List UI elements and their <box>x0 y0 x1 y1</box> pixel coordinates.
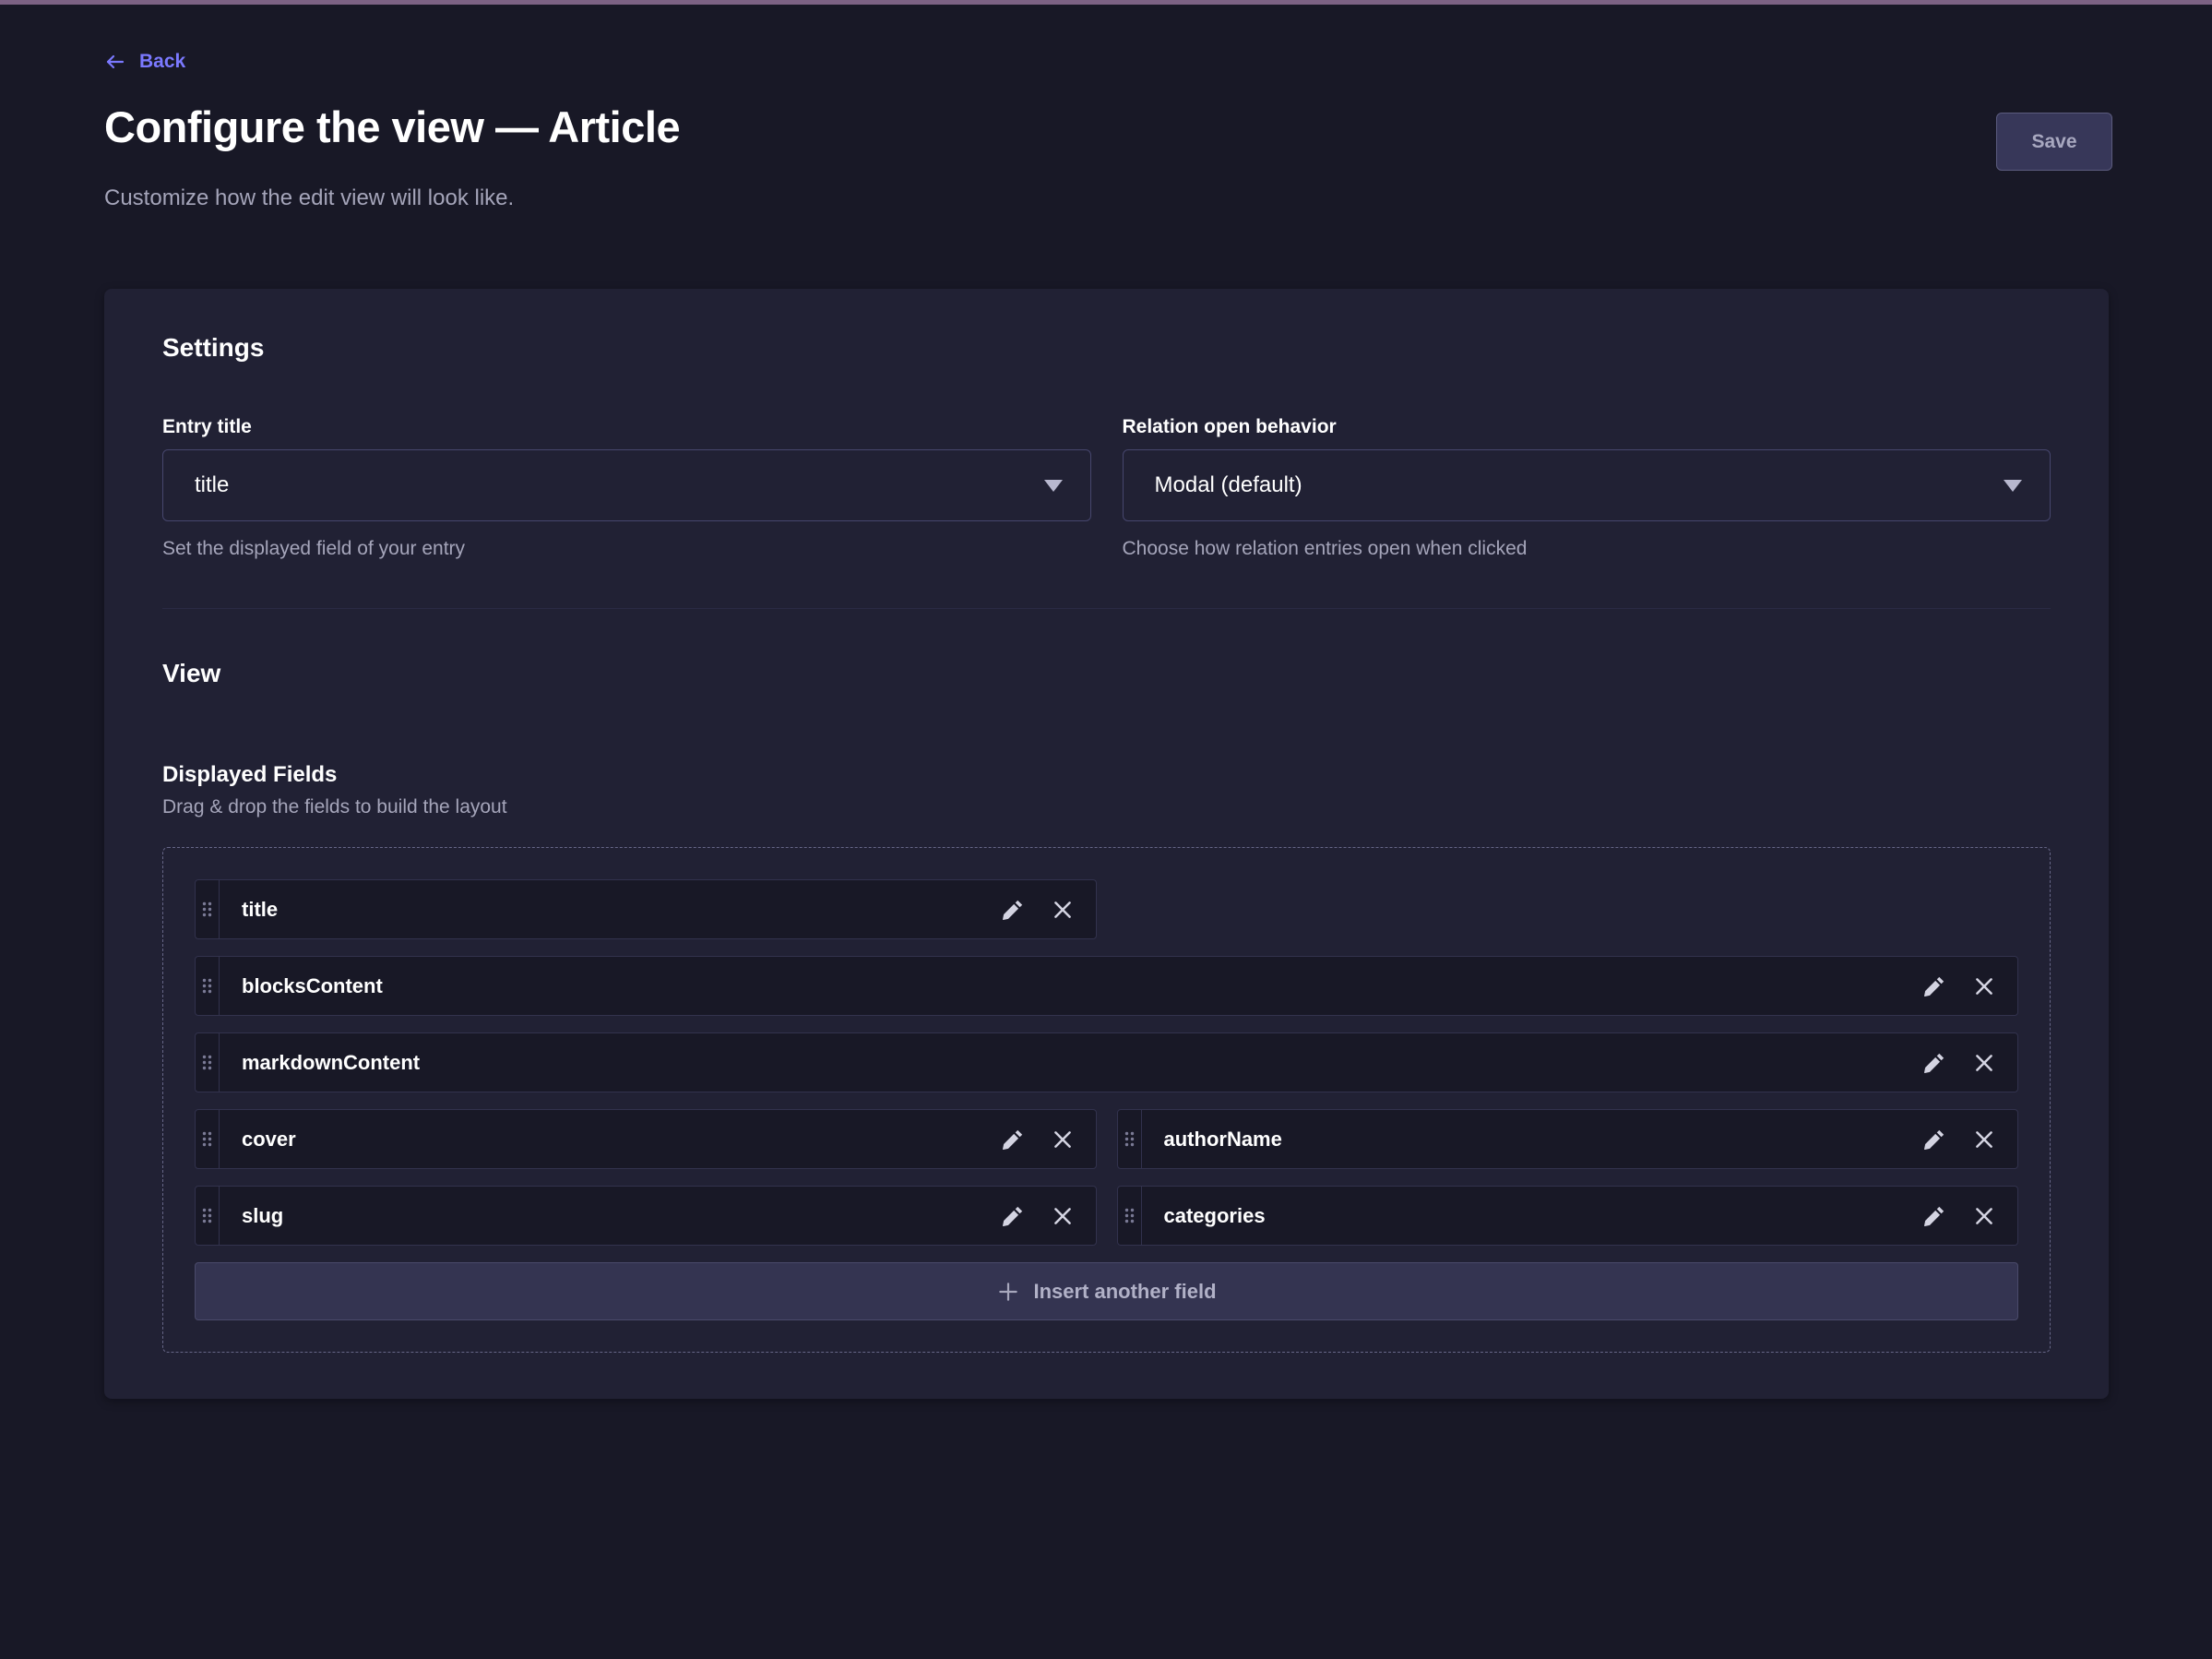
field-chip-authorName[interactable]: authorName <box>1117 1109 2019 1169</box>
pencil-icon <box>1922 974 1946 998</box>
remove-field-button[interactable] <box>1964 1043 2004 1083</box>
field-label: authorName <box>1164 1128 1915 1152</box>
pencil-icon <box>1922 1128 1946 1152</box>
drag-dots-icon[interactable] <box>196 1033 220 1092</box>
remove-field-button[interactable] <box>1042 1196 1083 1236</box>
displayed-fields-subtitle: Drag & drop the fields to build the layo… <box>162 796 2051 818</box>
cross-icon <box>1972 974 1996 998</box>
configure-view-page: Back Configure the view — Article Custom… <box>0 5 2212 1399</box>
cross-icon <box>1051 898 1075 922</box>
field-chip-slug[interactable]: slug <box>195 1186 1097 1246</box>
field-actions <box>1914 1196 2004 1236</box>
settings-heading: Settings <box>162 333 2051 363</box>
field-actions <box>1914 966 2004 1007</box>
drag-dots-icon[interactable] <box>196 1110 220 1168</box>
fields-row: blocksContent <box>195 956 2018 1016</box>
relation-behavior-hint: Choose how relation entries open when cl… <box>1123 538 2051 560</box>
drag-dots-icon[interactable] <box>196 1187 220 1245</box>
drag-dots-icon[interactable] <box>196 957 220 1015</box>
settings-form: Entry title title Set the displayed fiel… <box>162 416 2051 560</box>
settings-card: Settings Entry title title Set the displ… <box>104 289 2109 1399</box>
edit-field-button[interactable] <box>993 1196 1033 1236</box>
back-label: Back <box>139 51 185 73</box>
entry-title-group: Entry title title Set the displayed fiel… <box>162 416 1091 560</box>
field-chip-blocksContent[interactable]: blocksContent <box>195 956 2018 1016</box>
edit-field-button[interactable] <box>1914 1196 1955 1236</box>
page-title: Configure the view — Article <box>104 101 2109 152</box>
empty-slot <box>1117 879 2019 939</box>
save-button[interactable]: Save <box>1996 113 2112 171</box>
relation-behavior-label: Relation open behavior <box>1123 416 2051 438</box>
drag-dots-icon[interactable] <box>1118 1187 1142 1245</box>
caret-down-icon <box>2004 480 2022 492</box>
field-actions <box>1914 1043 2004 1083</box>
page-subtitle: Customize how the edit view will look li… <box>104 185 2109 211</box>
back-link[interactable]: Back <box>104 51 185 73</box>
cross-icon <box>1051 1128 1075 1152</box>
edit-field-button[interactable] <box>993 1119 1033 1160</box>
fields-row: cover authorName <box>195 1109 2018 1169</box>
drag-dots-icon[interactable] <box>196 880 220 938</box>
field-actions <box>993 889 1083 930</box>
displayed-fields-title: Displayed Fields <box>162 762 2051 788</box>
field-actions <box>993 1119 1083 1160</box>
field-chip-cover[interactable]: cover <box>195 1109 1097 1169</box>
edit-field-button[interactable] <box>1914 1043 1955 1083</box>
field-label: markdownContent <box>242 1051 1914 1075</box>
field-chip-title[interactable]: title <box>195 879 1097 939</box>
fields-grid: title blocksContent markdownContent cover au… <box>195 879 2018 1246</box>
field-chip-categories[interactable]: categories <box>1117 1186 2019 1246</box>
cross-icon <box>1972 1204 1996 1228</box>
entry-title-select[interactable]: title <box>162 449 1091 521</box>
remove-field-button[interactable] <box>1042 889 1083 930</box>
field-label: slug <box>242 1204 993 1228</box>
edit-field-button[interactable] <box>1914 966 1955 1007</box>
field-actions <box>993 1196 1083 1236</box>
fields-row: title <box>195 879 2018 939</box>
fields-row: markdownContent <box>195 1032 2018 1092</box>
pencil-icon <box>1001 898 1025 922</box>
caret-down-icon <box>1044 480 1063 492</box>
drag-dots-icon[interactable] <box>1118 1110 1142 1168</box>
entry-title-hint: Set the displayed field of your entry <box>162 538 1091 560</box>
view-heading: View <box>162 659 2051 688</box>
fields-drop-zone: title blocksContent markdownContent cover au… <box>162 847 2051 1353</box>
pencil-icon <box>1001 1128 1025 1152</box>
arrow-left-icon <box>104 51 126 73</box>
pencil-icon <box>1922 1051 1946 1075</box>
remove-field-button[interactable] <box>1964 966 2004 1007</box>
insert-field-label: Insert another field <box>1033 1280 1216 1304</box>
field-label: categories <box>1164 1204 1915 1228</box>
cross-icon <box>1972 1128 1996 1152</box>
field-label: cover <box>242 1128 993 1152</box>
plus-icon <box>996 1280 1020 1304</box>
remove-field-button[interactable] <box>1042 1119 1083 1160</box>
entry-title-value: title <box>195 472 229 498</box>
field-actions <box>1914 1119 2004 1160</box>
fields-row: slug categories <box>195 1186 2018 1246</box>
insert-field-button[interactable]: Insert another field <box>195 1262 2018 1320</box>
relation-behavior-group: Relation open behavior Modal (default) C… <box>1123 416 2051 560</box>
pencil-icon <box>1922 1204 1946 1228</box>
relation-behavior-value: Modal (default) <box>1155 472 1302 498</box>
remove-field-button[interactable] <box>1964 1119 2004 1160</box>
edit-field-button[interactable] <box>1914 1119 1955 1160</box>
section-divider <box>162 608 2051 609</box>
remove-field-button[interactable] <box>1964 1196 2004 1236</box>
edit-field-button[interactable] <box>993 889 1033 930</box>
field-chip-markdownContent[interactable]: markdownContent <box>195 1032 2018 1092</box>
field-label: title <box>242 898 993 922</box>
pencil-icon <box>1001 1204 1025 1228</box>
entry-title-label: Entry title <box>162 416 1091 438</box>
cross-icon <box>1051 1204 1075 1228</box>
cross-icon <box>1972 1051 1996 1075</box>
field-label: blocksContent <box>242 974 1914 998</box>
relation-behavior-select[interactable]: Modal (default) <box>1123 449 2051 521</box>
